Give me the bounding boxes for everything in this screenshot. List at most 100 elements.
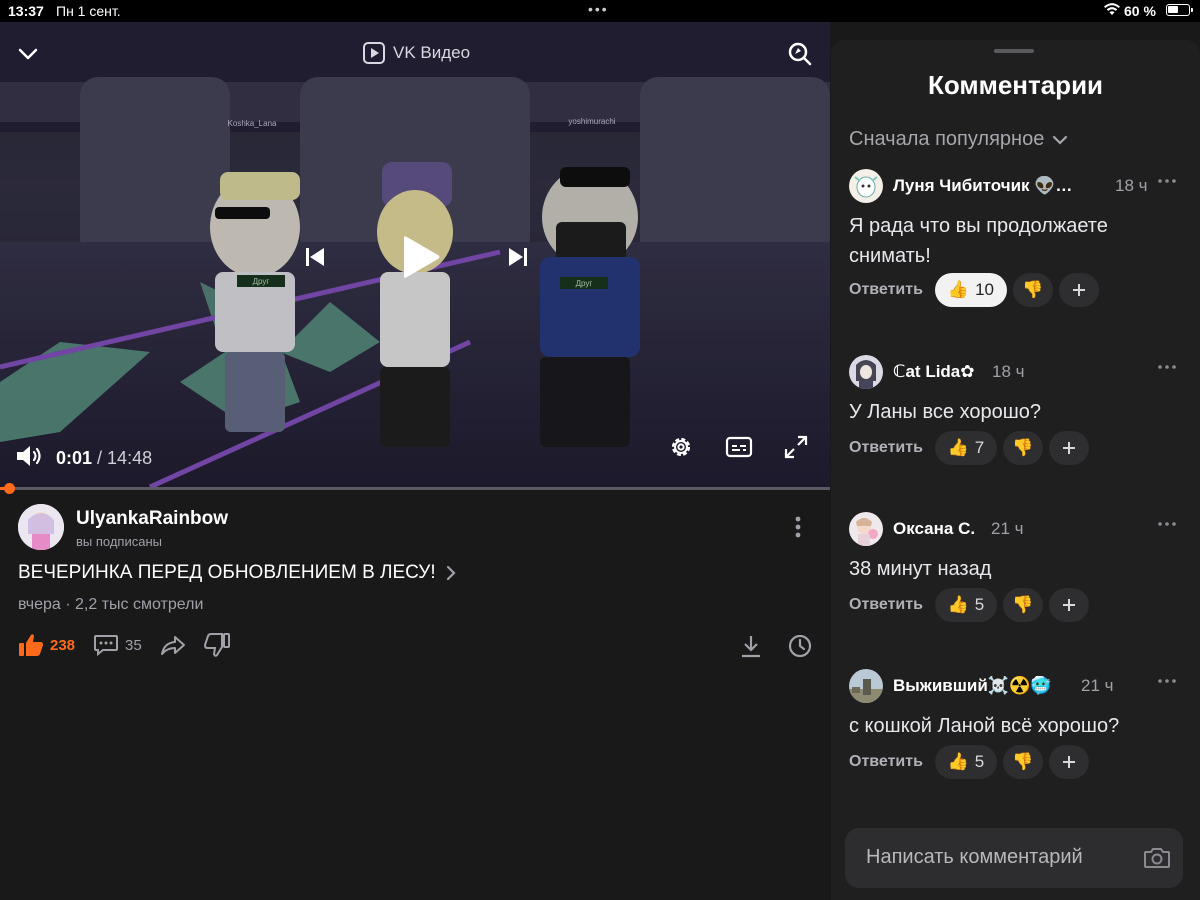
comment-actions: Ответить 👍 5 👎 [849, 588, 1089, 622]
video-player[interactable]: Koshka_Lana yoshimurachi Друг Друг VK Ви… [0, 22, 830, 489]
share-icon [160, 636, 185, 655]
comment-avatar[interactable] [849, 669, 883, 703]
current-time: 0:01 [56, 448, 93, 468]
comment-dislike-button[interactable]: 👎 [1012, 273, 1053, 307]
comment-time: 21 ч [1081, 676, 1114, 695]
comment-like-button[interactable]: 👍 5 [934, 588, 997, 622]
settings-button[interactable] [666, 432, 696, 462]
comment-dislike-button[interactable]: 👎 [1002, 431, 1043, 465]
vk-video-logo-icon [363, 42, 385, 64]
channel-avatar[interactable] [18, 504, 64, 550]
status-bar: 13:37 Пн 1 сент. ••• 60 % [0, 0, 1200, 22]
reply-button[interactable]: Ответить [849, 439, 923, 457]
thumbs-up-emoji-icon: 👍 [947, 595, 969, 614]
battery-icon [1166, 4, 1193, 16]
comment-like-button[interactable]: 👍 7 [934, 431, 997, 465]
comment-author[interactable]: ℂat Lida✿ [893, 362, 975, 382]
comment-avatar[interactable] [849, 512, 883, 546]
status-time: 13:37 [8, 3, 44, 19]
time-display: 0:01 / 14:48 [56, 448, 153, 468]
watch-later-button[interactable] [786, 632, 814, 660]
comment-like-count: 7 [974, 438, 985, 457]
comment-avatar[interactable] [849, 169, 883, 203]
reply-button[interactable]: Ответить [849, 596, 923, 614]
more-options-button[interactable] [784, 512, 812, 542]
comment-author[interactable]: Луня Чибиточик 👽… [893, 176, 1072, 196]
channel-name[interactable]: UlyankaRainbow [76, 508, 228, 530]
add-reaction-button[interactable] [1058, 273, 1099, 307]
gear-icon [671, 437, 691, 457]
progress-knob[interactable] [4, 483, 15, 494]
multitasking-dots-icon[interactable]: ••• [588, 1, 609, 17]
plus-icon [1062, 599, 1075, 611]
thumbs-down-emoji-icon: 👎 [1022, 280, 1044, 299]
comment-more-button[interactable] [1149, 514, 1185, 534]
comment-actions: Ответить 👍 5 👎 [849, 745, 1089, 779]
comment-dislike-button[interactable]: 👎 [1002, 588, 1043, 622]
comment-avatar[interactable] [849, 355, 883, 389]
comment-like-count: 5 [974, 752, 985, 771]
progress-bar[interactable] [0, 483, 830, 494]
comment-like-button[interactable]: 👍 10 [934, 273, 1007, 307]
comment-text: Я рада что вы продолжаете снимать! [849, 215, 1108, 267]
comment-time: 18 ч [1115, 176, 1148, 195]
comments-title: Комментарии [927, 70, 1104, 100]
dislike-button[interactable] [203, 633, 230, 657]
comment-author[interactable]: Выживший☠️☢️🥶 [893, 676, 1051, 696]
comment-like-button[interactable]: 👍 5 [934, 745, 997, 779]
comment-author[interactable]: Оксана С. [893, 519, 975, 539]
comment-more-button[interactable] [1149, 357, 1185, 377]
comment-input-placeholder[interactable]: Написать комментарий [866, 846, 1083, 869]
thumbs-up-emoji-icon: 👍 [947, 280, 970, 299]
comment-text: У Ланы все хорошо? [849, 401, 1042, 423]
next-button[interactable] [503, 242, 533, 272]
video-title-row[interactable]: ВЕЧЕРИНКА ПЕРЕД ОБНОВЛЕНИЕМ В ЛЕСУ! [18, 562, 456, 584]
comment-text: 38 минут назад [849, 558, 992, 580]
video-actions: 238 35 [18, 630, 248, 660]
comment-time: 21 ч [991, 519, 1024, 538]
comment-more-button[interactable] [1149, 171, 1185, 191]
subtitles-button[interactable] [724, 432, 754, 462]
previous-button[interactable] [300, 242, 330, 272]
add-reaction-button[interactable] [1048, 588, 1089, 622]
reply-button[interactable]: Ответить [849, 753, 923, 771]
search-icon [788, 42, 812, 66]
comments-button[interactable]: 35 [93, 633, 142, 657]
status-date: Пн 1 сент. [56, 3, 121, 19]
drag-handle[interactable] [994, 49, 1034, 53]
play-button[interactable] [395, 232, 445, 282]
reply-button[interactable]: Ответить [849, 281, 923, 299]
add-reaction-button[interactable] [1048, 745, 1089, 779]
camera-button[interactable] [1141, 844, 1173, 872]
vk-video-brand: VK Видео [363, 42, 470, 64]
battery-percent: 60 % [1124, 3, 1156, 19]
plus-icon [1062, 442, 1075, 454]
thumbs-down-emoji-icon: 👎 [1012, 595, 1034, 614]
duration: 14:48 [107, 448, 153, 468]
video-meta: вчера · 2,2 тыс смотрели [18, 596, 204, 613]
collapse-button[interactable] [14, 40, 42, 68]
share-button[interactable] [160, 633, 186, 657]
fullscreen-button[interactable] [781, 432, 811, 462]
comment-composer[interactable]: Написать комментарий [845, 828, 1183, 888]
chevron-down-icon [1053, 135, 1068, 145]
download-button[interactable] [738, 632, 764, 660]
like-button[interactable]: 238 [18, 633, 75, 657]
more-horizontal-icon [1158, 179, 1176, 183]
more-vertical-icon [795, 516, 801, 538]
search-button[interactable] [786, 40, 814, 68]
sort-dropdown[interactable]: Сначала популярное [849, 128, 1068, 151]
comment-text: с кошкой Ланой всё хорошо? [849, 715, 1120, 737]
volume-button[interactable] [14, 442, 46, 470]
video-title: ВЕЧЕРИНКА ПЕРЕД ОБНОВЛЕНИЕМ В ЛЕСУ! [18, 562, 436, 583]
sort-label: Сначала популярное [849, 128, 1045, 150]
comment-dislike-button[interactable]: 👎 [1002, 745, 1043, 779]
subscription-status: вы подписаны [76, 534, 162, 549]
more-horizontal-icon [1158, 679, 1176, 683]
clock-icon [788, 634, 812, 658]
fullscreen-icon [784, 435, 808, 459]
add-reaction-button[interactable] [1048, 431, 1089, 465]
plus-icon [1062, 756, 1075, 768]
more-horizontal-icon [1158, 522, 1176, 526]
comment-more-button[interactable] [1149, 671, 1185, 691]
